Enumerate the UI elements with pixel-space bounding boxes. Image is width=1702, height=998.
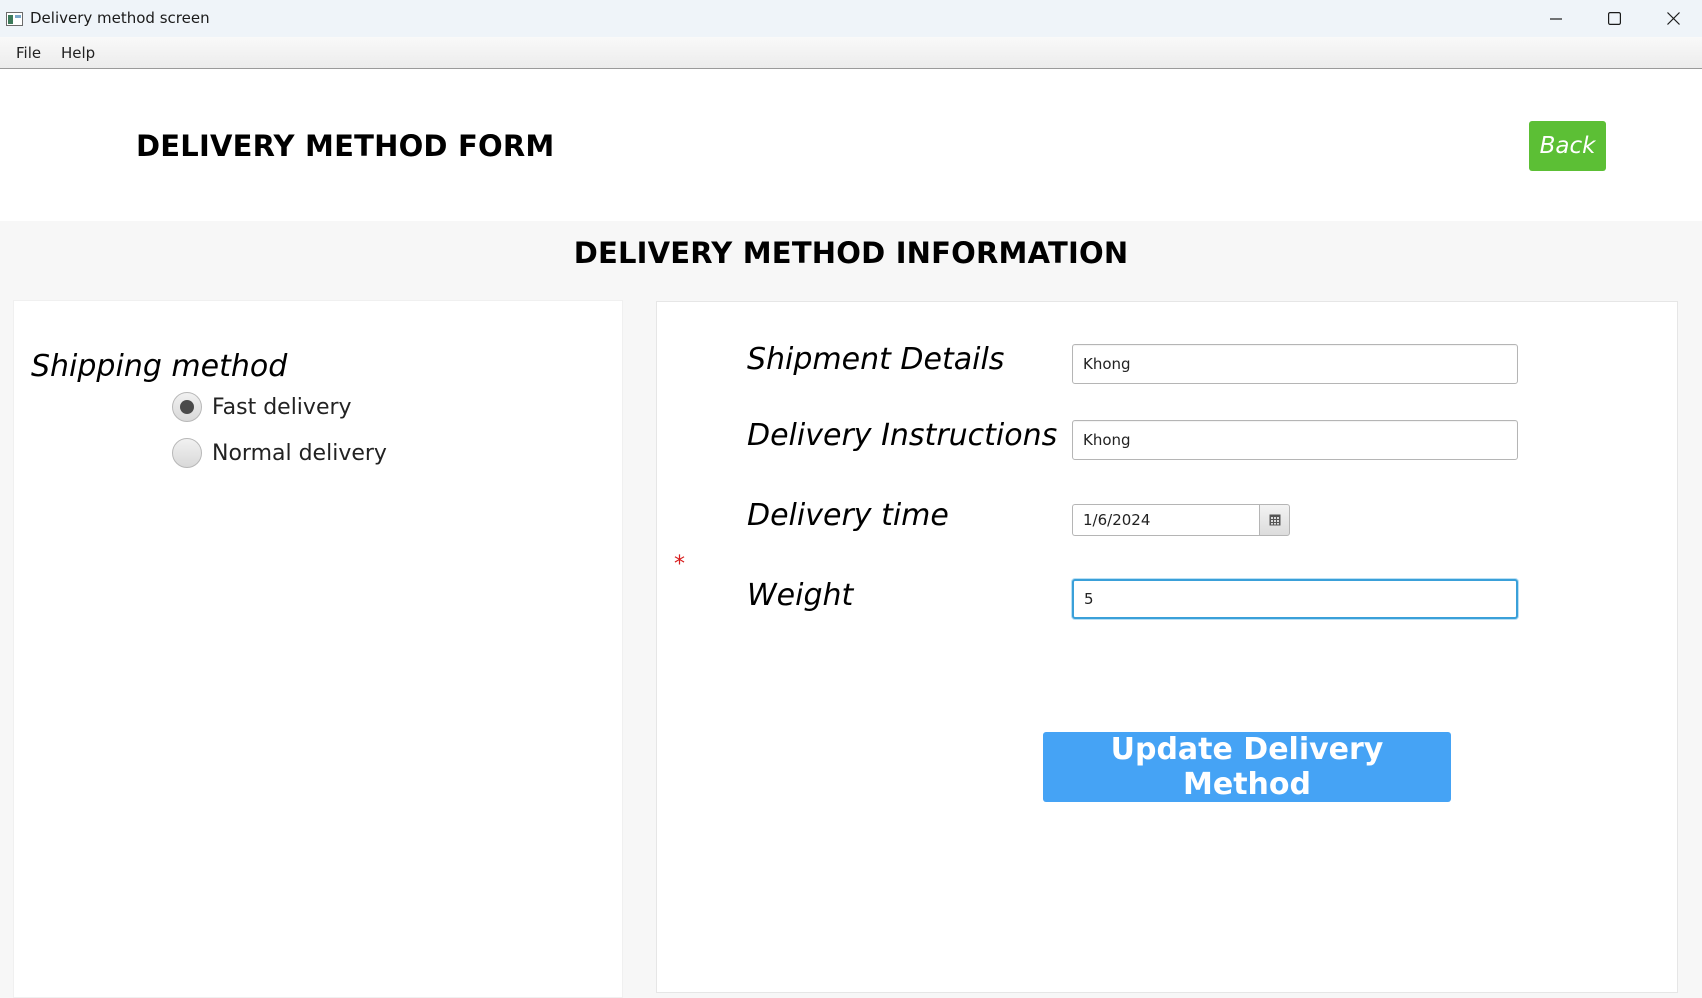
delivery-instructions-label: Delivery Instructions bbox=[747, 418, 1058, 453]
shipping-method-label: Shipping method bbox=[31, 349, 288, 384]
close-button[interactable] bbox=[1644, 0, 1702, 37]
date-picker-button[interactable] bbox=[1259, 504, 1290, 536]
page-title: DELIVERY METHOD FORM bbox=[136, 129, 555, 163]
delivery-time-label: Delivery time bbox=[747, 498, 949, 533]
menu-bar: File Help bbox=[0, 37, 1702, 69]
minimize-icon bbox=[1550, 13, 1562, 25]
radio-normal-delivery[interactable]: Normal delivery bbox=[172, 438, 387, 468]
radio-button-unselected[interactable] bbox=[172, 438, 202, 468]
back-button[interactable]: Back bbox=[1529, 121, 1606, 171]
app-window: Delivery method screen File Help DELIVER… bbox=[0, 0, 1702, 998]
radio-label-normal[interactable]: Normal delivery bbox=[212, 441, 387, 466]
calendar-icon bbox=[1269, 511, 1281, 530]
weight-label: Weight bbox=[747, 578, 854, 613]
shipment-details-input[interactable] bbox=[1072, 344, 1518, 384]
maximize-button[interactable] bbox=[1585, 0, 1643, 37]
delivery-time-input[interactable] bbox=[1072, 504, 1259, 536]
shipment-details-label: Shipment Details bbox=[747, 342, 1005, 377]
menu-file[interactable]: File bbox=[16, 44, 41, 62]
required-marker: * bbox=[674, 552, 685, 577]
maximize-icon bbox=[1607, 12, 1621, 25]
close-icon bbox=[1666, 12, 1680, 25]
radio-button-selected[interactable] bbox=[172, 392, 202, 422]
title-bar: Delivery method screen bbox=[0, 0, 1702, 37]
radio-dot bbox=[180, 400, 194, 414]
update-delivery-method-button[interactable]: Update Delivery Method bbox=[1043, 732, 1451, 802]
form-header: DELIVERY METHOD FORM Back bbox=[0, 69, 1702, 221]
delivery-details-panel: Shipment Details Delivery Instructions D… bbox=[656, 301, 1678, 993]
app-icon bbox=[6, 11, 23, 26]
menu-help[interactable]: Help bbox=[61, 44, 95, 62]
main-content: DELIVERY METHOD INFORMATION Shipping met… bbox=[0, 221, 1702, 998]
radio-fast-delivery[interactable]: Fast delivery bbox=[172, 392, 352, 422]
radio-label-fast[interactable]: Fast delivery bbox=[212, 395, 352, 420]
section-title: DELIVERY METHOD INFORMATION bbox=[573, 236, 1129, 270]
delivery-instructions-input[interactable] bbox=[1072, 420, 1518, 460]
window-title: Delivery method screen bbox=[30, 9, 210, 27]
shipping-method-panel: Shipping method Fast delivery Normal del… bbox=[13, 300, 623, 998]
weight-input[interactable] bbox=[1072, 579, 1518, 619]
minimize-button[interactable] bbox=[1527, 0, 1585, 37]
